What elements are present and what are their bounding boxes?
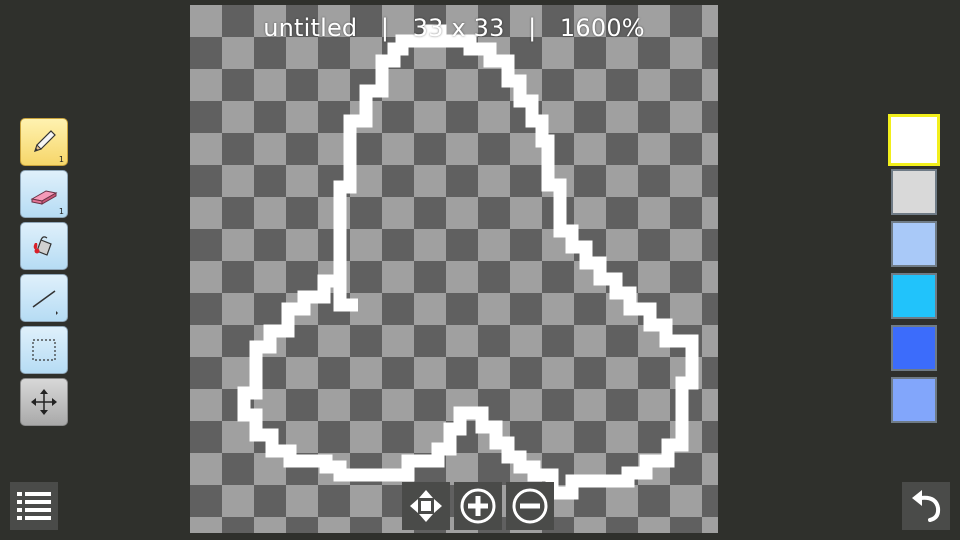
zoom-in-icon bbox=[460, 488, 496, 524]
palette-swatch-white[interactable] bbox=[888, 114, 940, 166]
separator: | bbox=[528, 14, 537, 42]
eraser-icon bbox=[30, 190, 58, 205]
zoom-in-button[interactable] bbox=[454, 482, 502, 530]
dimensions-label: 33 x 33 bbox=[412, 14, 505, 42]
pencil-size-label: 1 bbox=[58, 155, 64, 164]
move-icon bbox=[31, 389, 57, 415]
palette-swatch-light-gray[interactable] bbox=[891, 169, 937, 215]
drawing-canvas[interactable] bbox=[190, 5, 718, 533]
palette-swatch-periwinkle[interactable] bbox=[891, 377, 937, 423]
paint-bucket-icon bbox=[33, 236, 52, 256]
undo-icon bbox=[912, 490, 941, 522]
eraser-tool-button[interactable]: 1 bbox=[20, 170, 68, 218]
separator: | bbox=[380, 14, 390, 42]
selection-rect-icon bbox=[32, 339, 56, 361]
canvas-info-header: untitled | 33 x 33 | 1600% bbox=[190, 14, 718, 42]
select-tool-button[interactable] bbox=[20, 326, 68, 374]
pencil-tool-button[interactable]: 1 bbox=[20, 118, 68, 166]
filename-label: untitled bbox=[263, 14, 358, 42]
move-arrows-icon bbox=[410, 490, 442, 522]
line-tool-button[interactable] bbox=[20, 274, 68, 322]
menu-list-icon bbox=[17, 492, 51, 520]
line-icon bbox=[32, 290, 58, 315]
zoom-out-button[interactable] bbox=[506, 482, 554, 530]
pixel-art-drawing bbox=[237, 24, 699, 500]
pan-button[interactable] bbox=[402, 482, 450, 530]
fill-tool-button[interactable] bbox=[20, 222, 68, 270]
zoom-out-icon bbox=[512, 488, 548, 524]
undo-button[interactable] bbox=[902, 482, 950, 530]
pencil-icon bbox=[34, 130, 56, 152]
palette-swatch-cyan[interactable] bbox=[891, 273, 937, 319]
menu-button[interactable] bbox=[10, 482, 58, 530]
move-tool-button[interactable] bbox=[20, 378, 68, 426]
zoom-level: 1600% bbox=[559, 14, 645, 42]
eraser-size-label: 1 bbox=[58, 207, 64, 216]
palette-swatch-blue[interactable] bbox=[891, 325, 937, 371]
palette-swatch-light-blue[interactable] bbox=[891, 221, 937, 267]
